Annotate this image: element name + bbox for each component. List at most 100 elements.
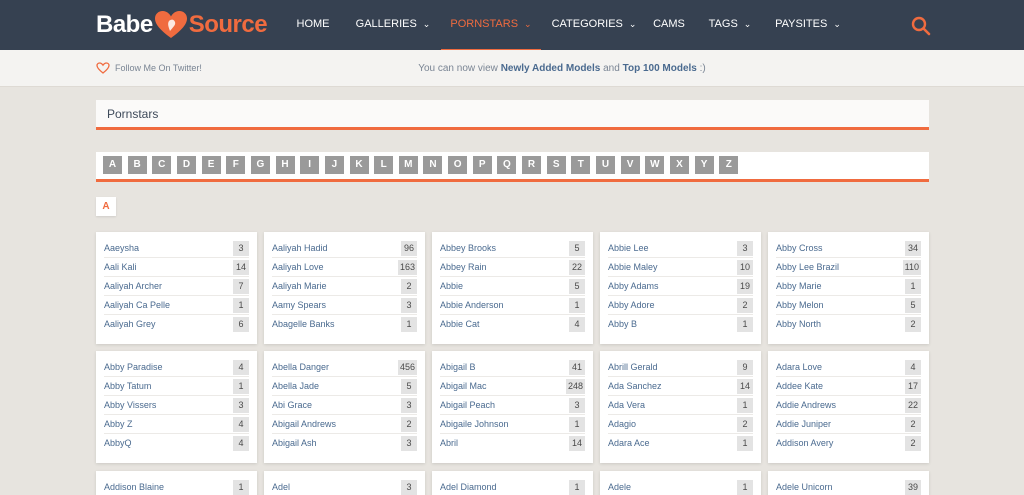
model-row[interactable]: Addison Blaine 1 (104, 478, 249, 495)
letter-button-g[interactable]: G (250, 156, 270, 174)
model-row[interactable]: Abbey Rain 22 (440, 258, 585, 277)
letter-button-s[interactable]: S (546, 156, 566, 174)
top-100-models-link[interactable]: Top 100 Models (623, 63, 697, 74)
model-name-link[interactable]: Abigail Ash (272, 438, 317, 448)
model-row[interactable]: Abby Adams 19 (608, 277, 753, 296)
model-row[interactable]: Abigail Ash 3 (272, 434, 417, 453)
model-row[interactable]: Abby Melon 5 (776, 296, 921, 315)
letter-button-k[interactable]: K (349, 156, 369, 174)
model-name-link[interactable]: Abby Z (104, 419, 133, 429)
letter-button-x[interactable]: X (669, 156, 689, 174)
nav-cams[interactable]: CAMS (649, 0, 689, 50)
model-row[interactable]: Abi Grace 3 (272, 396, 417, 415)
model-row[interactable]: Abby Marie 1 (776, 277, 921, 296)
nav-categories[interactable]: CATEGORIES ⌄ (549, 0, 639, 50)
model-row[interactable]: Abigail B 41 (440, 358, 585, 377)
letter-button-z[interactable]: Z (719, 156, 739, 174)
model-name-link[interactable]: Abbie (440, 281, 463, 291)
letter-button-a[interactable]: A (103, 156, 122, 174)
model-name-link[interactable]: Abigail Andrews (272, 419, 336, 429)
model-name-link[interactable]: Aaeysha (104, 243, 139, 253)
model-row[interactable]: Abbey Brooks 5 (440, 239, 585, 258)
letter-button-l[interactable]: L (374, 156, 394, 174)
model-row[interactable]: Aaliyah Hadid 96 (272, 239, 417, 258)
model-name-link[interactable]: Aaliyah Marie (272, 281, 327, 291)
model-name-link[interactable]: Abby North (776, 319, 821, 329)
nav-galleries[interactable]: GALLERIES ⌄ (349, 0, 437, 50)
model-row[interactable]: Ada Vera 1 (608, 396, 753, 415)
model-name-link[interactable]: Abby Adore (608, 300, 655, 310)
nav-paysites[interactable]: PAYSITES ⌄ (775, 0, 841, 50)
model-name-link[interactable]: Abella Jade (272, 381, 319, 391)
model-row[interactable]: Addee Kate 17 (776, 377, 921, 396)
letter-button-i[interactable]: I (300, 156, 320, 174)
model-row[interactable]: Addison Avery 2 (776, 434, 921, 453)
model-name-link[interactable]: Aaliyah Hadid (272, 243, 328, 253)
model-row[interactable]: Ada Sanchez 14 (608, 377, 753, 396)
model-name-link[interactable]: Abbie Anderson (440, 300, 504, 310)
model-row[interactable]: Aaliyah Marie 2 (272, 277, 417, 296)
model-name-link[interactable]: Abby Melon (776, 300, 824, 310)
model-name-link[interactable]: Abby Cross (776, 243, 823, 253)
model-row[interactable]: Abigail Andrews 2 (272, 415, 417, 434)
model-row[interactable]: Aaliyah Archer 7 (104, 277, 249, 296)
letter-button-q[interactable]: Q (497, 156, 517, 174)
model-row[interactable]: Addie Juniper 2 (776, 415, 921, 434)
model-name-link[interactable]: Abi Grace (272, 400, 312, 410)
model-name-link[interactable]: Abagelle Banks (272, 319, 335, 329)
model-row[interactable]: Abby Adore 2 (608, 296, 753, 315)
model-row[interactable]: Abagelle Banks 1 (272, 315, 417, 334)
model-row[interactable]: Addie Andrews 22 (776, 396, 921, 415)
model-name-link[interactable]: Aamy Spears (272, 300, 326, 310)
letter-button-p[interactable]: P (472, 156, 492, 174)
model-name-link[interactable]: Adel (272, 482, 290, 492)
model-row[interactable]: Abby Vissers 3 (104, 396, 249, 415)
model-row[interactable]: Adele Unicorn 39 (776, 478, 921, 495)
model-name-link[interactable]: Abigail Peach (440, 400, 495, 410)
model-row[interactable]: Abby North 2 (776, 315, 921, 334)
model-name-link[interactable]: Aaliyah Grey (104, 319, 156, 329)
model-row[interactable]: Adagio 2 (608, 415, 753, 434)
model-row[interactable]: Abby Z 4 (104, 415, 249, 434)
model-name-link[interactable]: Aaliyah Archer (104, 281, 162, 291)
model-row[interactable]: Abigaile Johnson 1 (440, 415, 585, 434)
model-row[interactable]: Adara Love 4 (776, 358, 921, 377)
model-row[interactable]: Abby Paradise 4 (104, 358, 249, 377)
model-name-link[interactable]: Ada Vera (608, 400, 645, 410)
model-name-link[interactable]: Ada Sanchez (608, 381, 662, 391)
letter-button-b[interactable]: B (127, 156, 147, 174)
site-logo[interactable]: Babe Source (96, 10, 268, 40)
model-row[interactable]: AbbyQ 4 (104, 434, 249, 453)
model-row[interactable]: Abbie Anderson 1 (440, 296, 585, 315)
letter-button-e[interactable]: E (201, 156, 221, 174)
model-row[interactable]: Abella Jade 5 (272, 377, 417, 396)
model-row[interactable]: Abbie 5 (440, 277, 585, 296)
letter-button-y[interactable]: Y (694, 156, 714, 174)
model-name-link[interactable]: Abby B (608, 319, 637, 329)
model-row[interactable]: Aaeysha 3 (104, 239, 249, 258)
letter-button-f[interactable]: F (226, 156, 246, 174)
model-name-link[interactable]: Adara Ace (608, 438, 650, 448)
model-name-link[interactable]: Addison Avery (776, 438, 833, 448)
model-name-link[interactable]: Abigail B (440, 362, 476, 372)
model-name-link[interactable]: Abbey Rain (440, 262, 487, 272)
model-row[interactable]: Abby Lee Brazil 110 (776, 258, 921, 277)
model-name-link[interactable]: Abby Vissers (104, 400, 156, 410)
letter-button-n[interactable]: N (423, 156, 443, 174)
model-name-link[interactable]: Abril (440, 438, 458, 448)
model-name-link[interactable]: Addie Juniper (776, 419, 831, 429)
model-name-link[interactable]: Addie Andrews (776, 400, 836, 410)
model-row[interactable]: Abril 14 (440, 434, 585, 453)
model-name-link[interactable]: Abby Tatum (104, 381, 151, 391)
model-name-link[interactable]: Adele Unicorn (776, 482, 833, 492)
model-row[interactable]: Abigail Mac 248 (440, 377, 585, 396)
model-row[interactable]: Abby B 1 (608, 315, 753, 334)
model-row[interactable]: Aaliyah Grey 6 (104, 315, 249, 334)
model-name-link[interactable]: Abrill Gerald (608, 362, 658, 372)
model-row[interactable]: Adel Diamond 1 (440, 478, 585, 495)
model-name-link[interactable]: Aaliyah Love (272, 262, 324, 272)
model-row[interactable]: Abbie Maley 10 (608, 258, 753, 277)
model-row[interactable]: Abbie Lee 3 (608, 239, 753, 258)
model-name-link[interactable]: Abigaile Johnson (440, 419, 509, 429)
model-row[interactable]: Abbie Cat 4 (440, 315, 585, 334)
